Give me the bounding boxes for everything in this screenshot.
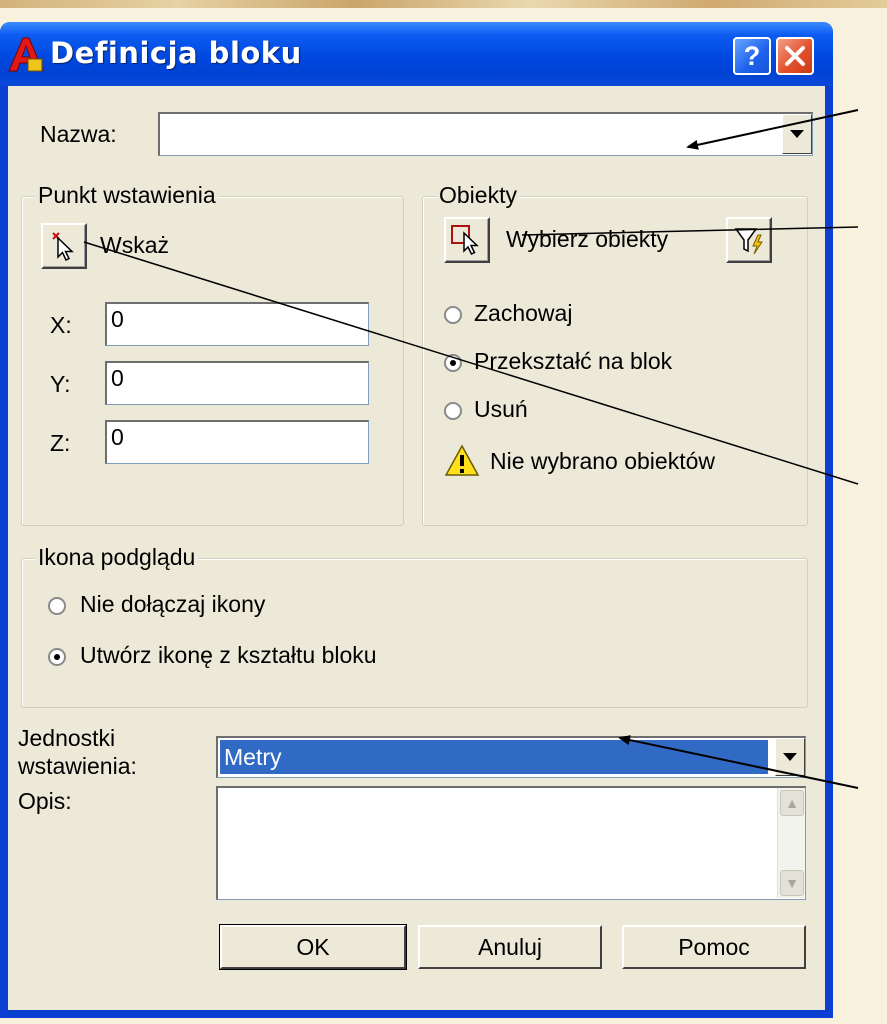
help-button[interactable]: Pomoc [622, 925, 806, 969]
select-objects-icon [451, 225, 479, 256]
no-icon-radio[interactable] [48, 597, 66, 615]
units-selected-value: Metry [220, 740, 768, 774]
z-coordinate-input[interactable]: 0 [105, 420, 369, 464]
dropdown-arrow-icon[interactable] [782, 114, 812, 154]
create-icon-label: Utwórz ikonę z kształtu bloku [80, 642, 377, 668]
select-objects-button[interactable] [444, 217, 490, 263]
name-label: Nazwa: [40, 121, 117, 147]
quick-select-button[interactable] [726, 217, 772, 263]
z-label: Z: [50, 430, 71, 456]
units-label-line1: Jednostki [18, 725, 116, 751]
units-combobox[interactable]: Metry [216, 736, 806, 778]
preview-icon-title: Ikona podglądu [35, 544, 199, 571]
scroll-up-icon[interactable]: ▲ [780, 790, 804, 816]
y-label: Y: [50, 371, 71, 397]
pick-point-icon [52, 232, 74, 262]
cancel-button[interactable]: Anuluj [418, 925, 602, 969]
autocad-app-icon [8, 37, 44, 72]
keep-objects-radio[interactable] [444, 306, 462, 324]
window-title: Definicja bloku [50, 36, 302, 70]
warning-icon [444, 444, 480, 476]
description-textarea[interactable]: ▲ ▼ [216, 786, 806, 900]
warning-text: Nie wybrano obiektów [490, 448, 716, 474]
name-combobox[interactable] [158, 112, 813, 156]
help-icon[interactable]: ? [733, 37, 771, 75]
description-label: Opis: [18, 788, 72, 814]
pick-point-button[interactable] [41, 223, 87, 269]
description-scrollbar[interactable]: ▲ ▼ [777, 788, 805, 898]
title-bar[interactable]: Definicja bloku ? [0, 22, 833, 86]
preview-icon-group [21, 558, 808, 708]
x-label: X: [50, 312, 72, 338]
objects-title: Obiekty [436, 182, 520, 209]
x-coordinate-input[interactable]: 0 [105, 302, 369, 346]
select-objects-label: Wybierz obiekty [506, 226, 669, 252]
y-coordinate-input[interactable]: 0 [105, 361, 369, 405]
delete-objects-radio[interactable] [444, 402, 462, 420]
convert-to-block-radio[interactable] [444, 354, 462, 372]
quick-select-filter-icon [734, 228, 763, 255]
close-icon[interactable] [776, 37, 814, 75]
dialog-body: Nazwa: Punkt wstawienia Wskaż X: 0 Y: 0 … [8, 86, 825, 1010]
ok-button[interactable]: OK [219, 924, 407, 970]
insertion-point-title: Punkt wstawienia [35, 182, 219, 209]
pick-point-label: Wskaż [100, 232, 169, 258]
no-icon-label: Nie dołączaj ikony [80, 591, 266, 617]
units-label-line2: wstawienia: [18, 753, 137, 779]
background-strip [0, 0, 887, 8]
scroll-down-icon[interactable]: ▼ [780, 870, 804, 896]
dropdown-arrow-icon[interactable] [775, 738, 805, 776]
keep-objects-label: Zachowaj [474, 300, 573, 326]
convert-to-block-label: Przekształć na blok [474, 348, 673, 374]
create-icon-radio[interactable] [48, 648, 66, 666]
delete-objects-label: Usuń [474, 396, 528, 422]
units-label: Jednostki wstawienia: [18, 724, 137, 780]
block-definition-dialog: Definicja bloku ? Nazwa: Punkt wstawieni… [0, 22, 833, 1018]
